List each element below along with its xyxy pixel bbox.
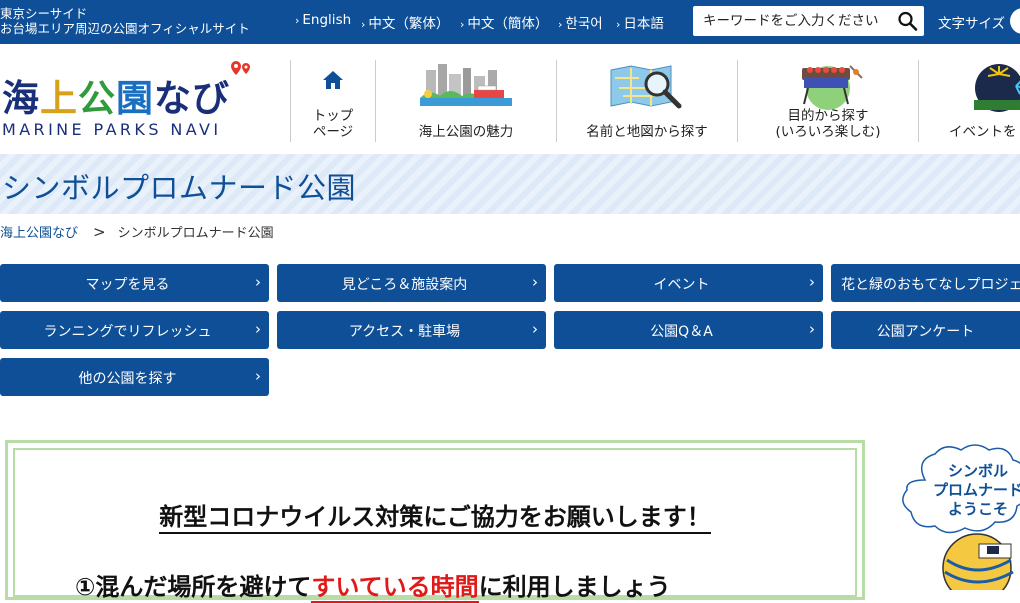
tab-label: 公園アンケート [876,324,975,340]
lang-simplified-chinese[interactable]: › 中文（簡体） [460,12,548,32]
font-size-toggle[interactable] [1010,8,1020,34]
tab-map[interactable]: マップを見る › [0,264,269,302]
tab-label: 公園Q＆A [650,324,713,340]
gnav-label: トップ ページ [312,108,354,140]
site-logo[interactable]: 海上公園なび MARINE PARKS NAVI [0,60,260,140]
breadcrumb: 海上公園なび > シンボルプロムナード公園 [0,222,274,241]
city-skyline-icon [420,64,512,106]
tab-label: マップを見る [85,277,170,293]
chevron-right-icon: › [809,273,815,291]
tab-flowers-project[interactable]: 花と緑のおもてなしプロジェクト [831,264,1020,302]
search-button[interactable] [896,10,920,32]
logo-japanese: 海上公園なび [2,68,230,122]
breadcrumb-separator: > [93,223,106,241]
search-box [693,6,924,36]
breadcrumb-home-link[interactable]: 海上公園なび [0,226,78,241]
tab-access-parking[interactable]: アクセス・駐車場 › [277,311,546,349]
fireworks-icon [974,64,1020,112]
tab-label: イベント [653,277,710,293]
chevron-right-icon: › [460,18,465,31]
logo-char: 公 [78,77,116,120]
gnav-label: 海上公園の魅力 [418,124,514,140]
chevron-right-icon: › [532,273,538,291]
map-search-icon [610,65,682,109]
tab-running[interactable]: ランニングでリフレッシュ › [0,311,269,349]
tab-label: ランニングでリフレッシュ [43,324,212,340]
tab-label: アクセス・駐車場 [348,324,461,340]
gnav-search-by-purpose[interactable]: 目的から探す (いろいろ楽しむ) [738,60,918,142]
tab-park-qa[interactable]: 公園Q＆A › [554,311,823,349]
gnav-search-by-map[interactable]: 名前と地図から探す [557,60,737,142]
lang-label: 日本語 [623,16,664,32]
tab-label: 花と緑のおもてなしプロジェクト [841,277,1020,293]
logo-english: MARINE PARKS NAVI [2,120,222,139]
top-bar: 東京シーサイド お台場エリア周辺の公園オフィシャルサイト › English › 中… [0,0,1020,44]
chevron-right-icon: › [558,18,563,31]
map-pin-icon [231,61,250,75]
gnav-events[interactable]: イベントを [919,60,1020,142]
gnav-label: 目的から探す (いろいろ楽しむ) [775,108,881,140]
chevron-right-icon: › [809,320,815,338]
site-tagline-line1: 東京シーサイド [0,6,88,21]
chevron-right-icon: › [361,18,366,31]
logo-char: 海 [2,77,40,120]
chevron-right-icon: › [255,273,261,291]
lang-english[interactable]: › English [295,12,351,28]
lang-traditional-chinese[interactable]: › 中文（繁体） [361,12,449,32]
mascot-bubble-text: シンボル プロムナード ようこそ [933,462,1020,518]
tab-label: 見どころ＆施設案内 [341,277,468,293]
notice-title: 新型コロナウイルス対策にご協力をお願いします！ [15,497,855,534]
tab-find-other-parks[interactable]: 他の公園を探す › [0,358,269,396]
site-tagline-line2: お台場エリア周辺の公園オフィシャルサイト [0,21,250,36]
chevron-right-icon: › [532,320,538,338]
tab-label: 他の公園を探す [78,371,177,387]
chevron-right-icon: › [255,367,261,385]
lang-japanese[interactable]: › 日本語 [616,12,664,32]
font-size-label: 文字サイズ [938,16,1006,32]
gnav-attractions[interactable]: 海上公園の魅力 [376,60,556,142]
mascot-greeting: シンボル プロムナード ようこそ [895,440,1020,603]
lang-label: 한국어 [565,16,603,32]
tab-highlights-facilities[interactable]: 見どころ＆施設案内 › [277,264,546,302]
notice-line-1: ①混んだ場所を避けてすいている時間に利用しましょう [75,573,671,603]
gnav-label: イベントを [949,124,1017,140]
logo-char: 園 [116,77,154,120]
lang-label: 中文（簡体） [467,16,549,32]
lang-label: English [302,12,352,28]
gnav-top-page[interactable]: トップ ページ [291,60,375,142]
chevron-right-icon: › [295,14,300,27]
page-title: シンボルプロムナード公園 [2,171,357,205]
breadcrumb-current: シンボルプロムナード公園 [117,226,274,241]
logo-char: 上 [40,77,78,120]
gnav-label: 名前と地図から探す [586,124,708,140]
lang-label: 中文（繁体） [368,16,450,32]
notice-inner-frame: 新型コロナウイルス対策にご協力をお願いします！ ①混んだ場所を避けてすいている時… [13,448,857,603]
search-input[interactable] [693,6,893,36]
site-tagline: 東京シーサイド お台場エリア周辺の公園オフィシャルサイト [0,6,250,36]
chevron-right-icon: › [616,18,621,31]
lang-korean[interactable]: › 한국어 [558,12,603,32]
tab-survey[interactable]: 公園アンケート [831,311,1020,349]
bbq-grill-icon [802,65,863,110]
page-title-band: シンボルプロムナード公園 [0,154,1020,214]
tab-events[interactable]: イベント › [554,264,823,302]
home-icon [323,71,343,89]
search-icon [898,11,918,31]
logo-char: なび [154,77,230,120]
wave-divider [0,38,1020,44]
covid-notice: 新型コロナウイルス対策にご協力をお願いします！ ①混んだ場所を避けてすいている時… [5,440,865,603]
chevron-right-icon: › [255,320,261,338]
